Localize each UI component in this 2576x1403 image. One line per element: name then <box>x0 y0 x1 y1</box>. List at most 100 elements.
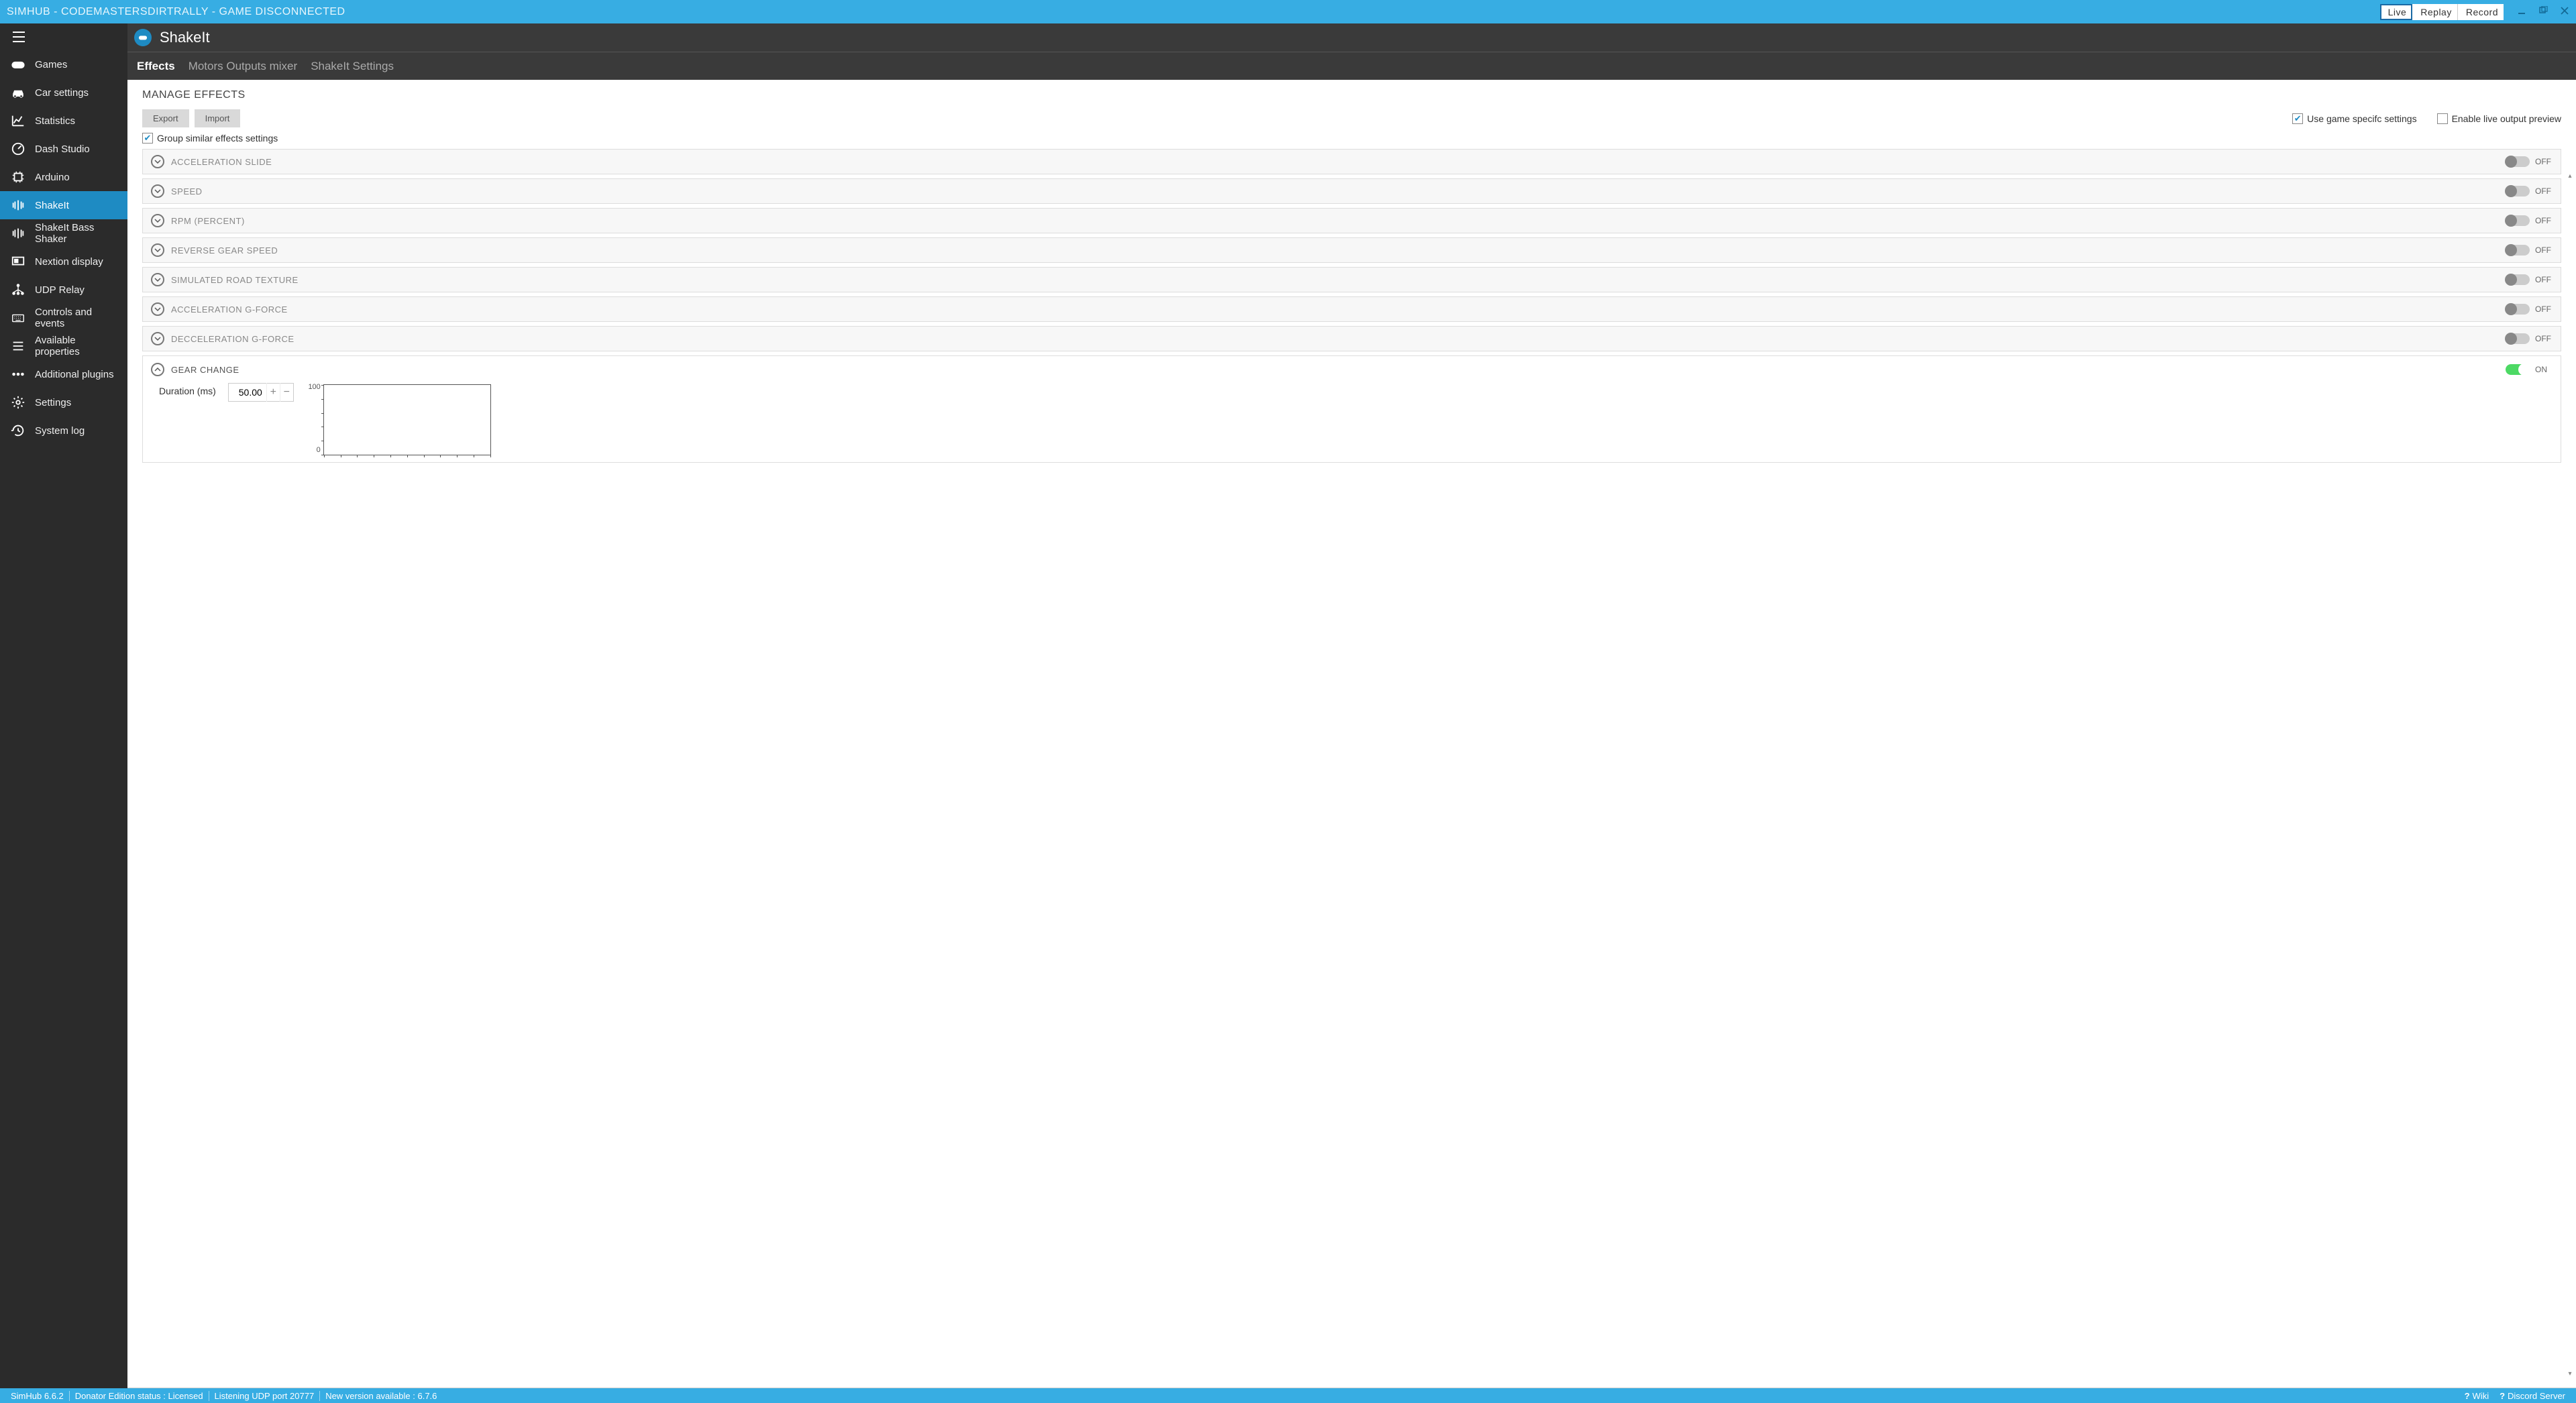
sidebar-item-statistics[interactable]: Statistics <box>0 107 127 135</box>
effect-label: ACCELERATION G-FORCE <box>171 304 2499 315</box>
toolbar: Export Import Use game specifc settings … <box>142 109 2561 127</box>
import-button[interactable]: Import <box>195 109 241 127</box>
keyboard-icon <box>11 311 25 325</box>
expand-button[interactable] <box>151 243 164 257</box>
sidebar-item-label: UDP Relay <box>35 284 85 296</box>
section-title: MANAGE EFFECTS <box>142 89 2561 101</box>
expand-button[interactable] <box>151 302 164 316</box>
effect-row: ACCELERATION G-FORCE OFF <box>142 296 2561 322</box>
effect-label: SIMULATED ROAD TEXTURE <box>171 275 2499 285</box>
effect-label: SPEED <box>171 186 2499 197</box>
use-game-specific-checkbox[interactable]: Use game specifc settings <box>2292 113 2416 124</box>
minus-icon[interactable]: − <box>280 383 293 402</box>
replay-button[interactable]: Replay <box>2412 4 2458 20</box>
effect-toggle[interactable]: OFF <box>2506 245 2553 256</box>
effect-toggle[interactable]: ON <box>2506 364 2553 375</box>
sidebar-item-udp-relay[interactable]: UDP Relay <box>0 276 127 304</box>
sidebar-item-dash-studio[interactable]: Dash Studio <box>0 135 127 163</box>
discord-label: Discord Server <box>2508 1391 2565 1401</box>
effect-label: DECCELERATION G-FORCE <box>171 334 2499 344</box>
scroll-up-icon[interactable]: ▴ <box>2567 172 2573 179</box>
chart-y-axis: 100 0 <box>306 383 321 454</box>
effect-row: SIMULATED ROAD TEXTURE OFF <box>142 267 2561 292</box>
effect-toggle[interactable]: OFF <box>2506 274 2553 285</box>
effect-toggle[interactable]: OFF <box>2506 186 2553 197</box>
tab-shakeit-settings[interactable]: ShakeIt Settings <box>311 60 394 73</box>
gamepad-icon <box>134 29 152 46</box>
effect-toggle[interactable]: OFF <box>2506 333 2553 344</box>
sidebar-item-label: Available properties <box>35 335 117 357</box>
vibration-icon <box>11 226 25 241</box>
close-button[interactable] <box>2560 6 2569 17</box>
group-similar-checkbox[interactable]: Group similar effects settings <box>142 133 2561 144</box>
statusbar: SimHub 6.6.2 Donator Edition status : Li… <box>0 1388 2576 1403</box>
sidebar-item-controls-events[interactable]: Controls and events <box>0 304 127 332</box>
scrollbar[interactable]: ▴ ▾ <box>2567 172 2573 1377</box>
effect-label: GEAR CHANGE <box>171 365 2499 375</box>
content: ShakeIt Effects Motors Outputs mixer Sha… <box>127 23 2576 1388</box>
effect-row: DECCELERATION G-FORCE OFF <box>142 326 2561 351</box>
toggle-state: OFF <box>2535 216 2553 225</box>
sidebar-item-arduino[interactable]: Arduino <box>0 163 127 191</box>
effect-toggle[interactable]: OFF <box>2506 156 2553 167</box>
collapse-button[interactable] <box>151 363 164 376</box>
export-button[interactable]: Export <box>142 109 189 127</box>
sidebar-item-label: Car settings <box>35 87 89 99</box>
duration-input[interactable] <box>229 387 266 398</box>
page-title: ShakeIt <box>160 29 210 46</box>
toggle-state: OFF <box>2535 245 2553 255</box>
sidebar-item-shakeit-bass[interactable]: ShakeIt Bass Shaker <box>0 219 127 247</box>
gear-icon <box>11 395 25 410</box>
sidebar-item-shakeit[interactable]: ShakeIt <box>0 191 127 219</box>
expand-button[interactable] <box>151 214 164 227</box>
plus-icon[interactable]: + <box>266 383 280 402</box>
effect-toggle[interactable]: OFF <box>2506 215 2553 226</box>
live-button[interactable]: Live <box>2380 4 2413 20</box>
expand-button[interactable] <box>151 332 164 345</box>
sidebar-item-label: Additional plugins <box>35 369 114 380</box>
wiki-link[interactable]: ?Wiki <box>2459 1391 2495 1401</box>
chart-plot-area <box>323 384 491 455</box>
scroll-down-icon[interactable]: ▾ <box>2567 1370 2573 1377</box>
tab-effects[interactable]: Effects <box>137 60 175 73</box>
sidebar-item-label: Arduino <box>35 172 70 183</box>
output-chart: 100 0 <box>306 383 491 455</box>
toggle-state: OFF <box>2535 275 2553 284</box>
record-button[interactable]: Record <box>2458 4 2504 20</box>
effect-row: SPEED OFF <box>142 178 2561 204</box>
toggle-state: OFF <box>2535 157 2553 166</box>
chart-line-icon <box>11 113 25 128</box>
sidebar-item-label: Settings <box>35 397 71 408</box>
tabs: Effects Motors Outputs mixer ShakeIt Set… <box>127 52 2576 80</box>
enable-live-preview-checkbox[interactable]: Enable live output preview <box>2437 113 2561 124</box>
effect-label: RPM (PERCENT) <box>171 216 2499 226</box>
sidebar-item-available-properties[interactable]: Available properties <box>0 332 127 360</box>
expand-button[interactable] <box>151 273 164 286</box>
checkbox-icon <box>2292 113 2303 124</box>
toggle-state: OFF <box>2535 304 2553 314</box>
effect-row-expanded: GEAR CHANGE ON Duration (ms) + − 100 <box>142 355 2561 463</box>
effect-label: REVERSE GEAR SPEED <box>171 245 2499 256</box>
sidebar-item-additional-plugins[interactable]: Additional plugins <box>0 360 127 388</box>
car-icon <box>11 85 25 100</box>
titlebar: SIMHUB - CODEMASTERSDIRTRALLY - GAME DIS… <box>0 0 2576 23</box>
effect-toggle[interactable]: OFF <box>2506 304 2553 315</box>
expand-button[interactable] <box>151 155 164 168</box>
gamepad-icon <box>11 57 25 72</box>
sidebar-item-label: Games <box>35 59 67 70</box>
duration-stepper[interactable]: + − <box>228 383 294 402</box>
sidebar-item-settings[interactable]: Settings <box>0 388 127 416</box>
status-license: Donator Edition status : Licensed <box>70 1391 209 1401</box>
sidebar-item-car-settings[interactable]: Car settings <box>0 78 127 107</box>
sidebar-item-nextion[interactable]: Nextion display <box>0 247 127 276</box>
sidebar-item-games[interactable]: Games <box>0 50 127 78</box>
sidebar-item-system-log[interactable]: System log <box>0 416 127 445</box>
minimize-button[interactable] <box>2517 6 2526 17</box>
discord-link[interactable]: ?Discord Server <box>2494 1391 2571 1401</box>
tab-motors-outputs-mixer[interactable]: Motors Outputs mixer <box>189 60 298 73</box>
status-version: SimHub 6.6.2 <box>5 1391 70 1401</box>
hamburger-button[interactable] <box>0 23 127 50</box>
effect-label: ACCELERATION SLIDE <box>171 157 2499 167</box>
maximize-button[interactable] <box>2538 6 2548 17</box>
expand-button[interactable] <box>151 184 164 198</box>
